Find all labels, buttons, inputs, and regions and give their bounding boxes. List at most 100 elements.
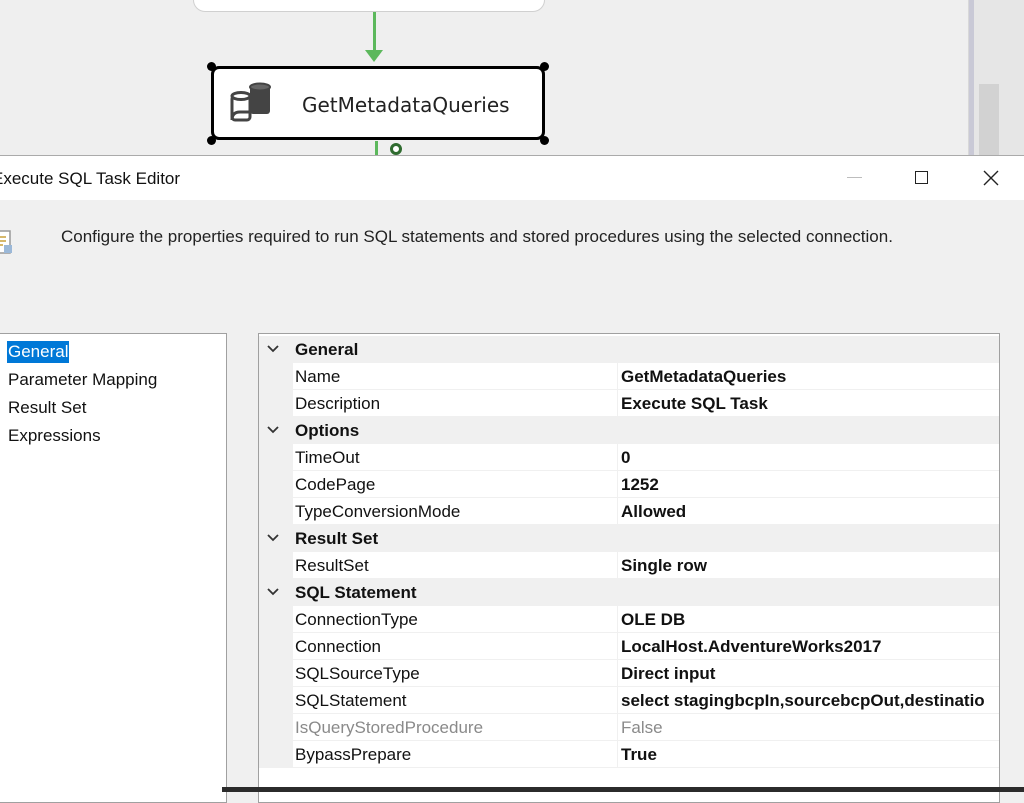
property-value[interactable]: Execute SQL Task: [621, 394, 768, 414]
task-getmetadataqueries[interactable]: GetMetadataQueries: [211, 66, 545, 140]
property-value: False: [621, 718, 663, 737]
grid-margin: [259, 606, 293, 633]
grid-margin: [259, 471, 293, 498]
property-row-sqlsourcetype[interactable]: SQLSourceType Direct input: [259, 660, 999, 687]
chevron-down-icon[interactable]: [266, 585, 280, 599]
property-row-isquerystoredprocedure[interactable]: IsQueryStoredProcedure False: [259, 714, 999, 741]
nav-item-expressions[interactable]: Expressions: [7, 425, 102, 447]
precedence-constraint-arrow: [365, 50, 383, 62]
property-value[interactable]: 1252: [621, 475, 659, 495]
property-value[interactable]: Allowed: [621, 502, 686, 522]
resize-handle-top-right[interactable]: [540, 62, 549, 71]
designer-scrollbar[interactable]: [968, 0, 1024, 155]
resize-handle-bottom-right[interactable]: [540, 136, 549, 145]
property-row-description[interactable]: Description Execute SQL Task: [259, 390, 999, 417]
grid-margin: [259, 552, 293, 579]
grid-margin: [259, 660, 293, 687]
grid-column-divider: [617, 660, 618, 687]
property-row-name[interactable]: Name GetMetadataQueries: [259, 363, 999, 390]
property-name: Description: [295, 394, 381, 413]
grid-margin: [259, 741, 293, 768]
nav-item-general[interactable]: General: [7, 341, 70, 363]
property-row-resultset[interactable]: ResultSet Single row: [259, 552, 999, 579]
execute-sql-task-editor-dialog: Execute SQL Task Editor Configure the pr…: [0, 155, 1024, 803]
maximize-icon: [915, 171, 928, 184]
grid-column-divider: [617, 687, 618, 714]
property-row-connection[interactable]: Connection LocalHost.AdventureWorks2017: [259, 633, 999, 660]
property-value[interactable]: GetMetadataQueries: [621, 367, 786, 387]
grid-column-divider: [617, 552, 618, 579]
grid-column-divider: [617, 471, 618, 498]
property-grid-rows: General Name GetMetadataQueries Descript…: [259, 336, 999, 768]
taskbar-edge: [222, 787, 1024, 792]
dialog-description: Configure the properties required to run…: [61, 227, 893, 246]
category-result-set[interactable]: Result Set: [259, 525, 999, 552]
resize-handle-bottom-left[interactable]: [207, 136, 216, 145]
property-name: ResultSet: [295, 556, 369, 575]
close-icon: [983, 170, 999, 186]
grid-column-divider: [617, 498, 618, 525]
scrollbar-track: [969, 0, 974, 155]
output-port[interactable]: [390, 143, 402, 155]
property-row-timeout[interactable]: TimeOut 0: [259, 444, 999, 471]
chevron-down-icon[interactable]: [266, 342, 280, 356]
grid-column-divider: [617, 633, 618, 660]
property-value[interactable]: OLE DB: [621, 610, 685, 630]
precedence-constraint-line[interactable]: [373, 12, 376, 54]
previous-task-box[interactable]: [193, 0, 545, 12]
property-name: TypeConversionMode: [295, 502, 461, 521]
property-name: CodePage: [295, 475, 376, 494]
task-label: GetMetadataQueries: [302, 93, 510, 117]
property-value[interactable]: True: [621, 745, 657, 765]
maximize-button[interactable]: [898, 160, 944, 196]
grid-column-divider: [617, 390, 618, 417]
category-general[interactable]: General: [259, 336, 999, 363]
dialog-titlebar[interactable]: Execute SQL Task Editor: [0, 156, 1024, 200]
chevron-down-icon[interactable]: [266, 423, 280, 437]
grid-margin: [259, 687, 293, 714]
property-value[interactable]: 0: [621, 448, 630, 468]
property-row-sqlstatement[interactable]: SQLStatement select stagingbcpIn,sourceb…: [259, 687, 999, 714]
grid-column-divider: [617, 741, 618, 768]
property-value[interactable]: Single row: [621, 556, 707, 576]
nav-item-parameter-mapping[interactable]: Parameter Mapping: [7, 369, 158, 391]
task-editor-header-icon: [0, 230, 12, 254]
property-grid: General Name GetMetadataQueries Descript…: [258, 333, 1000, 803]
close-button[interactable]: [968, 160, 1014, 196]
dialog-title: Execute SQL Task Editor: [0, 169, 181, 188]
minimize-icon: [847, 177, 862, 178]
grid-column-divider: [617, 714, 618, 741]
chevron-down-icon[interactable]: [266, 531, 280, 545]
resize-handle-top-left[interactable]: [207, 62, 216, 71]
property-row-typeconversionmode[interactable]: TypeConversionMode Allowed: [259, 498, 999, 525]
property-row-codepage[interactable]: CodePage 1252: [259, 471, 999, 498]
category-label: Result Set: [295, 529, 379, 548]
grid-margin: [259, 363, 293, 390]
category-sql-statement[interactable]: SQL Statement: [259, 579, 999, 606]
execute-sql-task-icon: [230, 82, 271, 122]
property-name: BypassPrepare: [295, 745, 412, 764]
grid-column-divider: [617, 606, 618, 633]
grid-margin: [259, 714, 293, 741]
category-label: Options: [295, 421, 360, 440]
property-value[interactable]: LocalHost.AdventureWorks2017: [621, 637, 881, 657]
nav-item-result-set[interactable]: Result Set: [7, 397, 87, 419]
category-label: General: [295, 340, 359, 359]
control-flow-designer: GetMetadataQueries: [0, 0, 1024, 155]
grid-margin: [259, 444, 293, 471]
property-name: SQLSourceType: [295, 664, 420, 683]
property-name: Connection: [295, 637, 382, 656]
property-row-bypassprepare[interactable]: BypassPrepare True: [259, 741, 999, 768]
property-value[interactable]: select stagingbcpIn,sourcebcpOut,destina…: [621, 691, 985, 711]
category-options[interactable]: Options: [259, 417, 999, 444]
scrollbar-thumb[interactable]: [979, 84, 999, 155]
editor-page-list: General Parameter Mapping Result Set Exp…: [0, 333, 227, 803]
property-value[interactable]: Direct input: [621, 664, 715, 684]
property-name: ConnectionType: [295, 610, 418, 629]
grid-margin: [259, 390, 293, 417]
output-constraint-line[interactable]: [375, 141, 378, 155]
property-row-connectiontype[interactable]: ConnectionType OLE DB: [259, 606, 999, 633]
property-name: IsQueryStoredProcedure: [295, 718, 484, 737]
minimize-button[interactable]: [832, 160, 878, 196]
property-name: SQLStatement: [295, 691, 407, 710]
